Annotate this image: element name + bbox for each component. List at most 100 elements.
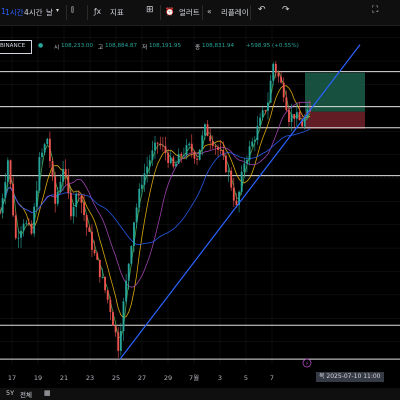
candle-body (161, 145, 164, 147)
candle-body (285, 97, 288, 111)
alarm-clock-icon[interactable]: ⏰ (165, 7, 174, 16)
candle-body (217, 147, 219, 151)
candle-body (295, 112, 298, 119)
candle-body (251, 141, 254, 147)
moving-average-line (0, 85, 311, 319)
candle-body (227, 170, 230, 172)
candle-body (101, 276, 104, 278)
candle-body (274, 63, 277, 73)
candle-body (54, 176, 57, 204)
x-tick-label: 7월 (189, 373, 199, 382)
position-zones (305, 72, 365, 129)
x-tick-label: 27 (138, 374, 146, 382)
candle-style-icon[interactable]: ⫾ (71, 5, 74, 15)
candle-body (48, 138, 51, 162)
candle-body (232, 187, 235, 201)
candle-body (190, 143, 193, 152)
candle-body (219, 150, 222, 151)
candle-body (9, 160, 12, 184)
change-value: +598.95 (+0.55%) (246, 43, 299, 49)
candle-body (88, 227, 91, 232)
x-tick-label: 23 (86, 374, 94, 382)
candle-body (156, 142, 159, 144)
candle-body (20, 230, 22, 238)
range-all-button[interactable]: 전체 (20, 389, 32, 399)
candle-body (125, 280, 128, 302)
candle-body (201, 135, 204, 150)
candle-body (230, 170, 233, 188)
interval-4h-button[interactable]: 4시간 (24, 7, 43, 18)
candle-body (75, 193, 78, 208)
candle-body (98, 259, 101, 278)
candle-body (12, 183, 15, 216)
candle-body (0, 213, 1, 214)
candle-body (264, 110, 267, 112)
toolbar-divider (66, 5, 67, 20)
low-label: 저 (142, 45, 148, 51)
candle-body (67, 175, 70, 193)
candle-body (243, 163, 246, 172)
candle-body (248, 146, 251, 160)
candle-body (27, 222, 30, 224)
toolbar-divider (160, 5, 161, 20)
calendar-icon[interactable]: ▦ (44, 389, 51, 397)
candle-body (59, 181, 62, 192)
candle-body (17, 237, 20, 239)
toolbar-divider (250, 5, 251, 20)
candle-body (70, 192, 72, 217)
low-value: 108,191.95 (149, 43, 182, 49)
candle-body (167, 152, 170, 163)
price-chart[interactable]: 17 19 21 23 25 27 29 7월 3 5 7 ⚡ (0, 26, 400, 388)
candle-body (235, 200, 238, 205)
candle-body (222, 150, 225, 156)
interval-day-button[interactable]: 날 (46, 7, 53, 18)
toolbar-divider (87, 5, 88, 20)
indicators-icon[interactable]: ƒx (94, 7, 101, 16)
candle-body (64, 168, 67, 176)
top-toolbar: 1 1시간 4시간 날 ▾ ⫾ ƒx 지표 ⊞ ⏰ 얼러트 « 리플레이 ↶ ↷… (0, 0, 400, 26)
bottom-toolbar: 5Y 전체 ▦ (0, 388, 400, 400)
chevron-down-icon[interactable]: ▾ (56, 7, 59, 14)
candle-body (122, 301, 125, 332)
open-label: 시 (54, 45, 60, 51)
symbol-name[interactable]: BINANCE (0, 43, 25, 49)
layout-icon[interactable]: ⊞ (146, 5, 154, 15)
range-5y-button[interactable]: 5Y (6, 389, 14, 397)
candle-body (203, 124, 206, 136)
candle-body (261, 110, 264, 118)
chart-misc: ⚡ (302, 358, 312, 368)
candle-body (62, 168, 64, 182)
candle-body (269, 80, 272, 103)
candle-body (14, 215, 17, 239)
trendline (119, 44, 361, 360)
candle-body (298, 112, 301, 121)
high-value: 108,884.87 (105, 43, 138, 49)
candle-body (119, 331, 122, 351)
candle-body (267, 102, 269, 111)
candle-body (130, 245, 133, 264)
status-dot-icon: ● (38, 42, 44, 49)
support-trendline (119, 44, 361, 360)
interval-1h-button[interactable]: 1시간 (5, 7, 24, 18)
fullscreen-icon[interactable]: ⛶ (372, 5, 378, 15)
undo-icon[interactable]: ↶ (258, 5, 266, 15)
x-tick-label: 17 (8, 374, 16, 382)
candle-body (143, 173, 146, 185)
replay-button[interactable]: 리플레이 (221, 7, 249, 18)
candle-body (140, 184, 143, 189)
toolbar-divider (202, 5, 203, 20)
candle-body (211, 141, 214, 147)
replay-icon[interactable]: « (207, 7, 212, 16)
indicators-button[interactable]: 지표 (110, 7, 124, 18)
chart-canvas[interactable]: 17 19 21 23 25 27 29 7월 3 5 7 ⚡ (0, 26, 400, 388)
close-label: 종 (195, 45, 201, 51)
candle-body (206, 124, 209, 137)
candle-body (290, 114, 293, 122)
x-axis: 17 19 21 23 25 27 29 7월 3 5 7 (8, 373, 274, 382)
candle-body (214, 146, 217, 148)
candle-body (91, 231, 93, 250)
redo-icon[interactable]: ↷ (282, 5, 290, 15)
candle-body (259, 117, 262, 126)
candle-body (151, 150, 154, 161)
alert-button[interactable]: 얼러트 (179, 7, 200, 18)
